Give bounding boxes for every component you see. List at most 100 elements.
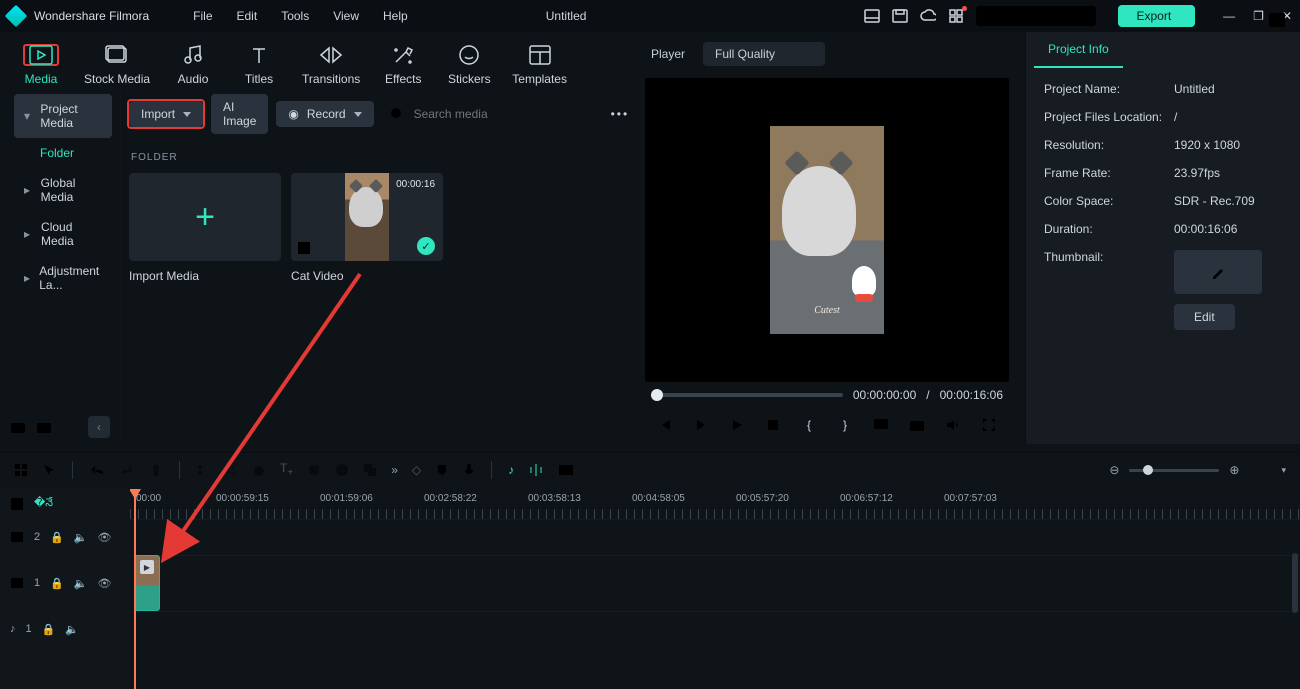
- vertical-scrollbar[interactable]: [1292, 553, 1298, 613]
- prev-frame-button[interactable]: [656, 416, 674, 434]
- menu-edit[interactable]: Edit: [227, 5, 268, 27]
- snapshot-icon[interactable]: [1268, 12, 1286, 28]
- marker-shield-icon[interactable]: [435, 463, 449, 477]
- manage-tracks-icon[interactable]: [10, 497, 24, 511]
- stop-button[interactable]: [764, 416, 782, 434]
- maximize-button[interactable]: ❐: [1253, 9, 1264, 23]
- export-button[interactable]: Export: [1118, 5, 1195, 27]
- more-tools-icon[interactable]: »: [391, 463, 398, 477]
- crop-button[interactable]: [224, 463, 238, 477]
- tab-stickers[interactable]: Stickers: [438, 40, 500, 88]
- volume-icon[interactable]: [944, 416, 962, 434]
- new-bin-icon[interactable]: [36, 420, 52, 434]
- tab-transitions[interactable]: Transitions: [294, 40, 368, 88]
- layout-grid-icon[interactable]: [14, 463, 28, 477]
- save-icon[interactable]: [892, 8, 908, 24]
- player-viewport[interactable]: Cutest: [645, 78, 1009, 382]
- timeline-tracks[interactable]: 00:00 00:00:59:15 00:01:59:06 00:02:58:2…: [130, 489, 1300, 689]
- timeline-zoom[interactable]: ⊖ ⊕: [1109, 463, 1239, 477]
- tab-titles[interactable]: Titles: [228, 40, 290, 88]
- library-global-media[interactable]: ▸Global Media: [14, 168, 112, 212]
- library-folder[interactable]: Folder: [14, 138, 112, 168]
- track-v2[interactable]: 2🔒🔈👁: [0, 519, 130, 555]
- speed-button[interactable]: [252, 463, 266, 477]
- audio-mixer-icon[interactable]: ♪: [508, 463, 514, 477]
- library-adjustment-layer[interactable]: ▸Adjustment La...: [14, 256, 112, 300]
- track-a1[interactable]: ♪1🔒🔈: [0, 611, 130, 647]
- zoom-out-icon[interactable]: ⊖: [1109, 463, 1119, 477]
- new-folder-icon[interactable]: [10, 420, 26, 434]
- layout-icon[interactable]: [864, 8, 880, 24]
- tab-project-info[interactable]: Project Info: [1034, 32, 1123, 68]
- value: /: [1174, 110, 1282, 124]
- library-project-media[interactable]: ▾Project Media: [14, 94, 112, 138]
- zoom-in-icon[interactable]: ⊕: [1229, 463, 1239, 477]
- playhead-scrubber[interactable]: [651, 393, 843, 397]
- lane-v2[interactable]: [130, 519, 1300, 555]
- play-forward-button[interactable]: [692, 416, 710, 434]
- collapse-sidebar-button[interactable]: ‹: [88, 416, 110, 438]
- lock-icon[interactable]: 🔒: [50, 577, 64, 590]
- playback-quality-select[interactable]: Full Quality: [703, 42, 825, 66]
- filter-icon[interactable]: [587, 107, 603, 121]
- cursor-icon[interactable]: [42, 463, 56, 477]
- mute-icon[interactable]: 🔈: [65, 623, 79, 636]
- play-button[interactable]: [728, 416, 746, 434]
- redo-button[interactable]: [119, 463, 135, 477]
- library-cloud-media[interactable]: ▸Cloud Media: [14, 212, 112, 256]
- tab-media[interactable]: Media: [10, 40, 72, 88]
- cloud-icon[interactable]: [920, 8, 936, 24]
- more-icon[interactable]: •••: [611, 107, 630, 121]
- keyframe-icon[interactable]: ◇: [412, 463, 421, 477]
- mark-in-button[interactable]: {: [800, 416, 818, 434]
- display-icon[interactable]: [872, 416, 890, 434]
- timeline-clip[interactable]: ▶: [134, 555, 160, 611]
- lane-v1[interactable]: [130, 555, 1300, 611]
- menu-file[interactable]: File: [183, 5, 222, 27]
- ai-image-button[interactable]: AI Image: [211, 94, 268, 134]
- minimize-button[interactable]: —: [1223, 9, 1235, 23]
- text-button[interactable]: T+: [280, 461, 293, 478]
- preview-art: [852, 266, 876, 296]
- thumbnail-edit-button[interactable]: [1174, 250, 1262, 294]
- camera-icon[interactable]: [908, 416, 926, 434]
- record-button[interactable]: ◉Record: [276, 101, 373, 127]
- search-media[interactable]: [382, 100, 579, 128]
- search-input[interactable]: [412, 106, 571, 122]
- rotate-button[interactable]: [307, 463, 321, 477]
- fullscreen-icon[interactable]: [980, 416, 998, 434]
- edit-button[interactable]: Edit: [1174, 304, 1235, 330]
- zoom-slider[interactable]: [1129, 469, 1219, 472]
- track-display-icon[interactable]: [1253, 463, 1267, 477]
- delete-button[interactable]: [149, 463, 163, 477]
- account-area[interactable]: [976, 6, 1096, 26]
- import-media-card[interactable]: + Import Media: [129, 173, 281, 283]
- mic-icon[interactable]: [463, 463, 475, 477]
- chevron-down-icon[interactable]: ▾: [1281, 465, 1286, 476]
- tab-effects[interactable]: Effects: [372, 40, 434, 88]
- import-button[interactable]: Import: [129, 101, 203, 127]
- apps-icon[interactable]: [948, 8, 964, 24]
- tab-templates[interactable]: Templates: [504, 40, 575, 88]
- eye-icon[interactable]: 👁: [98, 577, 112, 590]
- render-preview-icon[interactable]: [558, 464, 574, 476]
- mark-out-button[interactable]: }: [836, 416, 854, 434]
- auto-beat-icon[interactable]: [528, 463, 544, 477]
- mute-icon[interactable]: 🔈: [74, 531, 88, 544]
- track-v1[interactable]: 1🔒🔈👁: [0, 555, 130, 611]
- split-button[interactable]: [196, 463, 210, 477]
- lane-a1[interactable]: [130, 611, 1300, 647]
- media-clip-card[interactable]: 00:00:16 ✓ Cat Video: [291, 173, 443, 283]
- playhead[interactable]: [134, 489, 136, 689]
- tab-audio[interactable]: Audio: [162, 40, 224, 88]
- lock-icon[interactable]: 🔒: [42, 623, 56, 636]
- link-icon[interactable]: �నే: [34, 496, 53, 512]
- lock-icon[interactable]: 🔒: [50, 531, 64, 544]
- undo-button[interactable]: [89, 463, 105, 477]
- mute-icon[interactable]: 🔈: [74, 577, 88, 590]
- time-ruler[interactable]: 00:00 00:00:59:15 00:01:59:06 00:02:58:2…: [130, 489, 1300, 519]
- group-button[interactable]: [363, 463, 377, 477]
- tab-stock-media[interactable]: Stock Media: [76, 40, 158, 88]
- eye-icon[interactable]: 👁: [98, 531, 112, 544]
- color-button[interactable]: [335, 463, 349, 477]
